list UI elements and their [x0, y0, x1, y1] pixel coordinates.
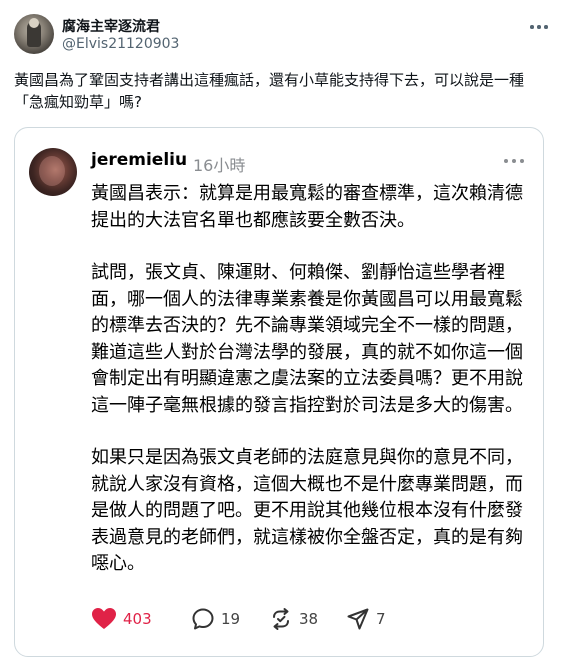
- more-icon[interactable]: [503, 152, 525, 170]
- quoted-body: 黃國昌表示：就算是用最寬鬆的審查標準，這次賴清德提出的大法官名單也都應該要全數否…: [91, 181, 531, 578]
- quoted-post-card[interactable]: jeremieliu 16小時 黃國昌表示：就算是用最寬鬆的審查標準，這次賴清德…: [14, 127, 544, 657]
- avatar-head: [29, 18, 39, 28]
- more-icon[interactable]: [528, 18, 550, 36]
- post-text: 黃國昌為了鞏固支持者講出這種瘋話，還有小草能支持得下去，可以說是一種「急瘋知勁草…: [14, 71, 525, 111]
- user-handle[interactable]: @Elvis21120903: [62, 36, 179, 52]
- repost-button[interactable]: 38: [269, 604, 318, 634]
- avatar[interactable]: [14, 14, 54, 54]
- quoted-username[interactable]: jeremieliu: [91, 150, 187, 170]
- share-button[interactable]: 7: [346, 604, 386, 634]
- quoted-avatar[interactable]: [29, 148, 77, 196]
- comment-count: 19: [221, 610, 241, 628]
- quoted-paragraph: 黃國昌表示：就算是用最寬鬆的審查標準，這次賴清德提出的大法官名單也都應該要全數否…: [91, 183, 523, 231]
- like-count: 403: [123, 610, 152, 628]
- share-icon: [347, 608, 369, 630]
- like-button[interactable]: 403: [91, 604, 152, 634]
- quoted-timestamp: 16小時: [193, 156, 246, 175]
- quoted-paragraph: 試問，張文貞、陳運財、何賴傑、劉靜怡這些學者裡面，哪一個人的法律專業素養是你黃國…: [91, 262, 523, 416]
- heart-icon: [92, 608, 116, 629]
- share-count: 7: [376, 610, 386, 628]
- repost-icon: [273, 608, 289, 630]
- comment-button[interactable]: 19: [191, 604, 240, 634]
- comment-icon: [192, 608, 214, 630]
- repost-count: 38: [299, 610, 319, 628]
- action-bar: 403 19 38 7: [91, 604, 521, 634]
- quoted-paragraph: 如果只是因為張文貞老師的法庭意見與你的意見不同，就說人家沒有資格，這個大概也不是…: [91, 447, 523, 574]
- post-header: 腐海主宰逐流君 @Elvis21120903: [14, 14, 552, 58]
- display-name[interactable]: 腐海主宰逐流君: [62, 16, 160, 36]
